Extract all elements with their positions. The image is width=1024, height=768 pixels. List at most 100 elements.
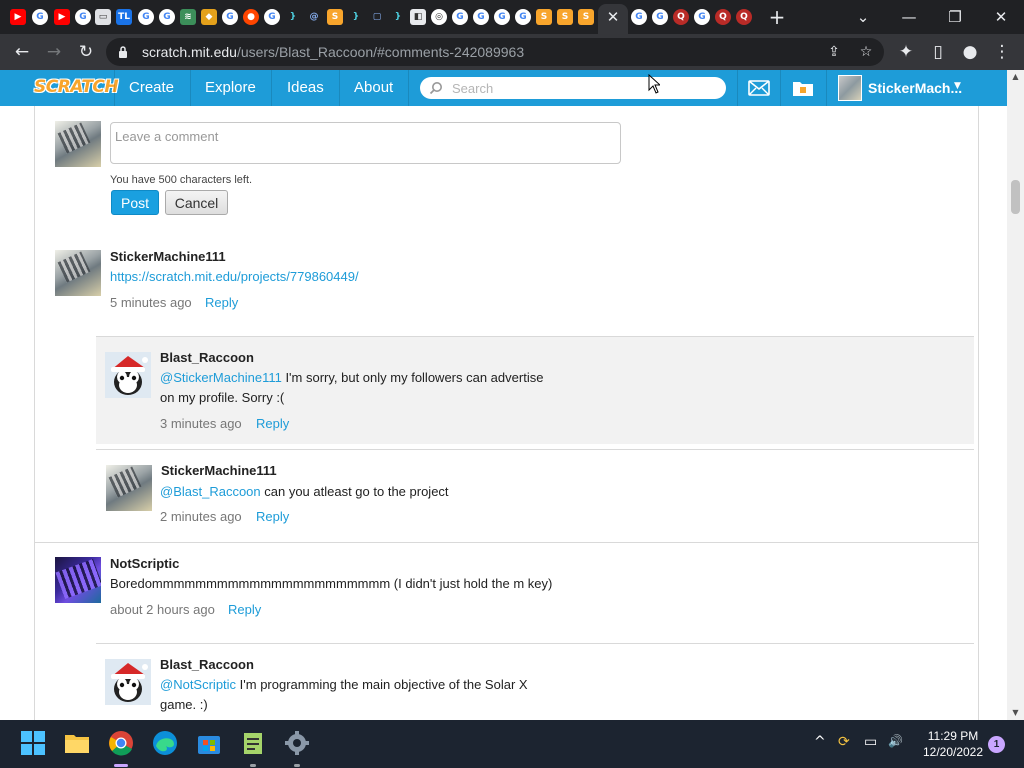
minimize-button[interactable]: — [894,4,924,30]
reply-avatar[interactable] [105,659,151,705]
google-tab-icon[interactable]: G [222,9,238,25]
comment-username[interactable]: StickerMachine111 [110,249,226,264]
url-text[interactable]: scratch.mit.edu/users/Blast_Raccoon/#com… [142,44,524,60]
reply-link[interactable]: Reply [205,295,238,310]
tray-overflow-chevron-icon[interactable]: ^ [814,734,826,750]
google-tab-icon[interactable]: G [694,9,710,25]
reply-link[interactable]: Reply [256,509,289,524]
cancel-button[interactable]: Cancel [165,190,228,215]
nav-ideas-link[interactable]: Ideas [287,79,324,96]
quora-tab-icon[interactable]: Q [736,9,752,25]
messages-icon[interactable] [748,80,770,96]
scratch-logo[interactable]: SCRATCH [34,77,119,97]
account-avatar[interactable] [838,75,862,101]
nav-about-link[interactable]: About [354,79,393,96]
forward-button[interactable]: → [42,41,66,63]
reply-link[interactable]: Reply [228,602,261,617]
mention-link[interactable]: @NotScriptic [160,677,236,692]
nav-create-link[interactable]: Create [129,79,174,96]
settings-gear-icon[interactable] [284,730,310,756]
notification-badge[interactable]: 1 [988,736,1005,753]
comment-username[interactable]: Blast_Raccoon [160,657,254,672]
comment-avatar[interactable] [55,557,101,603]
tl-tab-icon[interactable]: TL [116,9,132,25]
mention-link[interactable]: @StickerMachine111 [160,370,282,385]
search-box[interactable] [420,77,726,99]
scratch-tab-icon[interactable]: S [327,9,343,25]
network-icon[interactable]: ▭ [864,734,877,750]
new-tab-button[interactable]: + [766,6,788,28]
comment-avatar[interactable] [55,250,101,296]
reply-avatar[interactable] [105,352,151,398]
account-name[interactable]: StickerMach... [868,80,962,96]
at-tab-icon[interactable]: @ [306,9,322,25]
google-tab-icon[interactable]: G [264,9,280,25]
search-input[interactable] [452,79,712,97]
comment-username[interactable]: Blast_Raccoon [160,350,254,365]
reply-link[interactable]: Reply [256,416,289,431]
google-tab-icon[interactable]: G [159,9,175,25]
google-tab-icon[interactable]: G [515,9,531,25]
google-tab-icon[interactable]: G [138,9,154,25]
comment-username[interactable]: NotScriptic [110,556,179,571]
comment-link[interactable]: https://scratch.mit.edu/projects/7798604… [110,267,359,287]
reload-button[interactable]: ↻ [74,41,98,63]
reply-avatar[interactable] [106,465,152,511]
monitor-tab-icon[interactable]: ▭ [95,9,111,25]
app-tab-icon[interactable]: ◆ [201,9,217,25]
scratch-tab-icon[interactable]: S [578,9,594,25]
comment-textarea[interactable] [110,122,621,164]
post-button[interactable]: Post [111,190,159,215]
microsoft-store-icon[interactable] [196,730,222,756]
quora-tab-icon[interactable]: Q [673,9,689,25]
tab-search-dropdown-icon[interactable]: ⌄ [848,4,878,30]
scrollbar-thumb[interactable] [1011,180,1020,214]
my-stuff-folder-icon[interactable] [792,79,814,97]
google-tab-icon[interactable]: G [631,9,647,25]
taskbar-clock[interactable]: 11:29 PM 12/20/2022 [918,728,988,760]
youtube-tab-icon[interactable]: ▶ [10,9,26,25]
bookmark-star-icon[interactable]: ☆ [856,42,876,62]
code-tab-icon[interactable]: } [348,9,364,25]
page-scrollbar[interactable]: ▲ ▼ [1007,70,1024,720]
google-tab-icon[interactable]: G [494,9,510,25]
google-tab-icon[interactable]: G [452,9,468,25]
windows-start-icon[interactable] [20,730,46,756]
chrome-menu-icon[interactable]: ⋮ [990,41,1014,63]
share-icon[interactable]: ⇪ [824,42,844,62]
nav-explore-link[interactable]: Explore [205,79,256,96]
chrome-tab-icon[interactable]: ◎ [431,9,447,25]
wifi-tab-icon[interactable]: ≋ [180,9,196,25]
scroll-down-arrow-icon[interactable]: ▼ [1007,706,1024,720]
scratch-tab-icon[interactable]: S [557,9,573,25]
roblox-tab-icon[interactable]: ◧ [410,9,426,25]
maximize-button[interactable]: ❐ [940,4,970,30]
google-tab-icon[interactable]: G [652,9,668,25]
code-tab-icon[interactable]: } [285,9,301,25]
google-tab-icon[interactable]: G [32,9,48,25]
back-button[interactable]: ← [10,41,34,63]
close-tab-icon[interactable]: ✕ [604,6,622,28]
google-tab-icon[interactable]: G [75,9,91,25]
youtube-tab-icon[interactable]: ▶ [54,9,70,25]
address-bar[interactable]: scratch.mit.edu/users/Blast_Raccoon/#com… [106,38,884,66]
scratch-tab-icon[interactable]: S [536,9,552,25]
google-tab-icon[interactable]: G [473,9,489,25]
sync-icon[interactable]: ⟳ [838,734,850,750]
chrome-icon[interactable] [108,730,134,756]
mention-link[interactable]: @Blast_Raccoon [160,484,261,499]
notepad-app-icon[interactable] [240,730,266,756]
extensions-icon[interactable]: ✦ [894,41,918,63]
scroll-up-arrow-icon[interactable]: ▲ [1007,70,1024,84]
side-panel-icon[interactable]: ▯ [926,41,950,63]
edge-icon[interactable] [152,730,178,756]
profile-icon[interactable]: ● [958,41,982,63]
file-explorer-icon[interactable] [64,730,90,756]
code-tab-icon[interactable]: } [390,9,406,25]
chat-tab-icon[interactable]: ▢ [369,9,385,25]
account-dropdown-icon[interactable]: ▼ [954,81,961,91]
quora-tab-icon[interactable]: Q [715,9,731,25]
lock-icon[interactable] [118,45,128,59]
close-window-button[interactable]: ✕ [986,4,1016,30]
volume-icon[interactable]: 🔊 [888,734,903,748]
